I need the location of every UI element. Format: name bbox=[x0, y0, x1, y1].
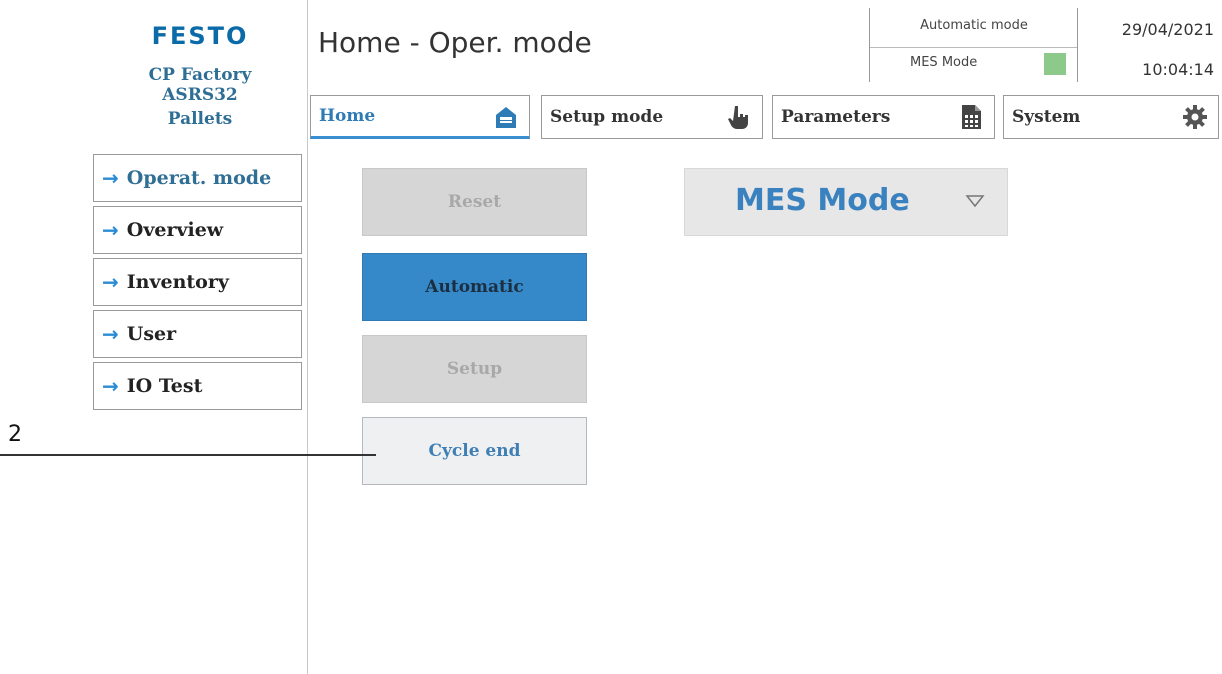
sidebar-item-inventory[interactable]: → Inventory bbox=[93, 258, 302, 306]
nav-parameters-button[interactable]: Parameters bbox=[772, 95, 995, 139]
nav-home-label: Home bbox=[319, 106, 376, 126]
arrow-right-icon: → bbox=[102, 270, 119, 294]
nav-setup-mode-label: Setup mode bbox=[550, 107, 664, 127]
automatic-button[interactable]: Automatic bbox=[362, 253, 587, 321]
nav-system-button[interactable]: System bbox=[1003, 95, 1219, 139]
document-table-icon bbox=[962, 105, 981, 129]
festo-logo: FESTO bbox=[151, 22, 249, 50]
datetime-box: 29/04/2021 10:04:14 bbox=[1077, 8, 1222, 82]
machine-name-line-1: CP Factory bbox=[148, 65, 252, 85]
gear-icon bbox=[1183, 105, 1207, 129]
sidebar-item-overview[interactable]: → Overview bbox=[93, 206, 302, 254]
sidebar-item-label: Inventory bbox=[126, 271, 229, 293]
triangle-down-icon bbox=[965, 195, 985, 208]
home-icon bbox=[496, 107, 516, 128]
hand-pointer-icon bbox=[728, 106, 748, 129]
sidebar-item-operat-mode[interactable]: → Operat. mode bbox=[93, 154, 302, 202]
sidebar-item-label: Overview bbox=[126, 219, 224, 241]
reset-button[interactable]: Reset bbox=[362, 168, 587, 236]
date-display: 29/04/2021 bbox=[1121, 20, 1214, 39]
machine-name-line-3: Pallets bbox=[167, 109, 233, 129]
sidebar-item-label: Operat. mode bbox=[126, 167, 272, 189]
arrow-right-icon: → bbox=[102, 374, 119, 398]
operation-mode-status: Automatic mode bbox=[920, 18, 1028, 33]
arrow-right-icon: → bbox=[102, 322, 119, 346]
callout-line bbox=[0, 454, 376, 456]
sidebar-item-label: User bbox=[126, 323, 177, 345]
page-title: Home - Oper. mode bbox=[318, 26, 592, 59]
sidebar-item-label: IO Test bbox=[126, 375, 203, 397]
vertical-divider bbox=[307, 0, 308, 674]
mes-mode-status: MES Mode bbox=[910, 55, 978, 70]
sidebar-item-user[interactable]: → User bbox=[93, 310, 302, 358]
cycle-end-button[interactable]: Cycle end bbox=[362, 417, 587, 485]
mode-select-dropdown[interactable]: MES Mode bbox=[684, 168, 1008, 236]
mes-status-indicator bbox=[1044, 53, 1066, 75]
time-display: 10:04:14 bbox=[1142, 60, 1214, 79]
sidebar-item-io-test[interactable]: → IO Test bbox=[93, 362, 302, 410]
callout-number: 2 bbox=[8, 422, 22, 447]
arrow-right-icon: → bbox=[102, 166, 119, 190]
nav-home-button[interactable]: Home bbox=[310, 95, 530, 139]
setup-button[interactable]: Setup bbox=[362, 335, 587, 403]
nav-setup-mode-button[interactable]: Setup mode bbox=[541, 95, 763, 139]
machine-name-line-2: ASRS32 bbox=[162, 85, 238, 105]
status-box: Automatic mode MES Mode bbox=[869, 8, 1078, 82]
arrow-right-icon: → bbox=[102, 218, 119, 242]
nav-system-label: System bbox=[1012, 107, 1081, 127]
status-divider bbox=[870, 47, 1078, 48]
mode-select-value: MES Mode bbox=[735, 183, 910, 218]
nav-parameters-label: Parameters bbox=[781, 107, 891, 127]
